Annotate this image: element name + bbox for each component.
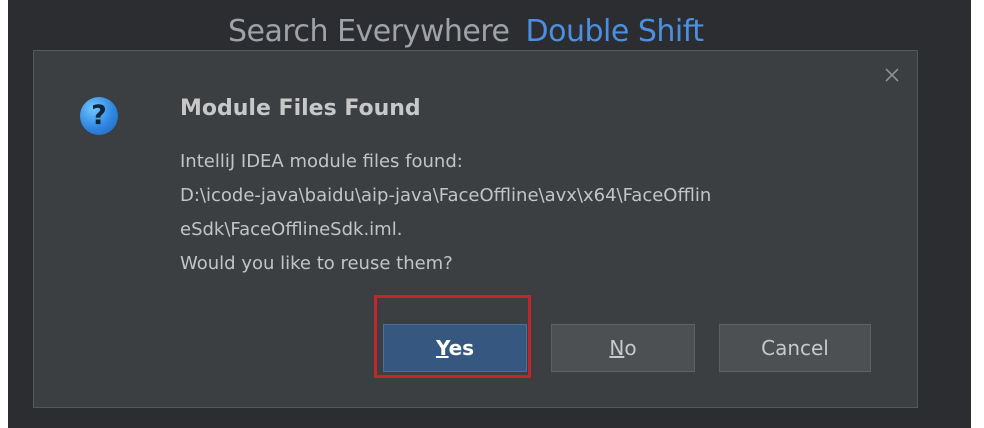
hint-shortcut: Double Shift bbox=[525, 14, 705, 49]
cancel-button[interactable]: Cancel bbox=[719, 324, 871, 372]
dialog-message: IntelliJ IDEA module files found: D:\ico… bbox=[180, 145, 885, 281]
message-line: eSdk\FaceOfflineSdk.iml. bbox=[180, 219, 403, 240]
hint-text: Search Everywhere bbox=[228, 14, 510, 49]
message-line: Would you like to reuse them? bbox=[180, 253, 453, 274]
dialog-title: Module Files Found bbox=[180, 96, 421, 121]
no-label-rest: o bbox=[624, 336, 637, 360]
no-button[interactable]: No bbox=[551, 324, 695, 372]
ide-background: Search Everywhere Double Shift ? Module F… bbox=[8, 0, 971, 428]
no-mnemonic: N bbox=[609, 336, 625, 360]
yes-label-rest: es bbox=[448, 336, 475, 360]
search-everywhere-hint: Search Everywhere Double Shift bbox=[228, 14, 704, 49]
message-line: D:\icode-java\baidu\aip-java\FaceOffline… bbox=[180, 185, 712, 206]
module-files-dialog: ? Module Files Found IntelliJ IDEA modul… bbox=[33, 50, 918, 408]
question-icon: ? bbox=[80, 97, 118, 135]
yes-mnemonic: Y bbox=[435, 336, 449, 360]
yes-button[interactable]: Yes bbox=[383, 324, 527, 372]
close-icon[interactable] bbox=[882, 65, 902, 85]
message-line: IntelliJ IDEA module files found: bbox=[180, 151, 463, 172]
